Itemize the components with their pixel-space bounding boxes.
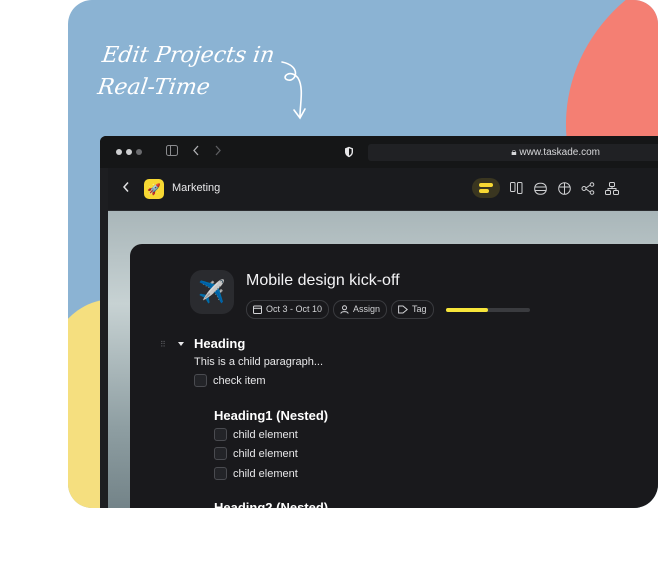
rocket-icon[interactable]: 🚀 bbox=[144, 179, 164, 199]
assign-label: Assign bbox=[353, 304, 381, 314]
paragraph-node[interactable]: This is a child paragraph... bbox=[194, 356, 323, 368]
project-meta: Oct 3 - Oct 10 Assign Tag bbox=[246, 300, 530, 319]
browser-window: 🔒︎ www.taskade.com 🚀 Marketing ✈️ Mobile… bbox=[100, 136, 658, 508]
project-name[interactable]: Marketing bbox=[172, 182, 220, 194]
check-item-row[interactable]: check item bbox=[194, 374, 266, 387]
child-element-label: child element bbox=[233, 467, 298, 480]
app-header: 🚀 Marketing bbox=[108, 168, 658, 211]
table-view-icon[interactable] bbox=[556, 180, 572, 196]
child-element-row[interactable]: child element bbox=[214, 447, 298, 460]
minimize-dot[interactable] bbox=[126, 149, 132, 155]
address-bar[interactable]: 🔒︎ www.taskade.com bbox=[368, 144, 658, 161]
date-range: Oct 3 - Oct 10 bbox=[266, 304, 323, 314]
checkbox[interactable] bbox=[214, 447, 227, 460]
project-panel: ✈️ Mobile design kick-off Oct 3 - Oct 10… bbox=[130, 244, 658, 508]
hero-card: Edit Projects in Real-Time 🔒︎ www.taskad… bbox=[68, 0, 658, 508]
heading-node[interactable]: Heading bbox=[194, 336, 245, 351]
maximize-dot[interactable] bbox=[136, 149, 142, 155]
back-chevron-icon[interactable] bbox=[122, 181, 130, 193]
user-icon bbox=[340, 305, 349, 314]
checkbox[interactable] bbox=[214, 428, 227, 441]
progress-fill bbox=[445, 307, 488, 312]
mindmap-view-icon[interactable] bbox=[580, 180, 596, 196]
check-item-label: check item bbox=[213, 374, 266, 387]
date-chip[interactable]: Oct 3 - Oct 10 bbox=[246, 300, 330, 319]
calendar-view-icon[interactable] bbox=[532, 180, 548, 196]
orgchart-view-icon[interactable] bbox=[604, 180, 620, 196]
sidebar-toggle-icon[interactable] bbox=[166, 145, 178, 156]
tag-chip[interactable]: Tag bbox=[391, 300, 434, 319]
child-element-label: child element bbox=[233, 447, 298, 460]
checkbox[interactable] bbox=[194, 374, 207, 387]
curved-arrow-icon bbox=[281, 61, 306, 120]
calendar-icon bbox=[253, 305, 262, 314]
nested-heading-node[interactable]: Heading1 (Nested) bbox=[214, 408, 328, 423]
child-element-label: child element bbox=[233, 428, 298, 441]
tag-icon bbox=[398, 305, 409, 314]
list-view-icon[interactable] bbox=[472, 178, 500, 198]
browser-forward-icon[interactable] bbox=[214, 145, 222, 156]
project-avatar[interactable]: ✈️ bbox=[190, 270, 234, 314]
child-element-row[interactable]: child element bbox=[214, 467, 298, 480]
tagline: Edit Projects in Real-Time bbox=[96, 43, 277, 100]
url-text: www.taskade.com bbox=[519, 147, 600, 158]
shield-icon[interactable] bbox=[344, 146, 354, 158]
checkbox[interactable] bbox=[214, 467, 227, 480]
collapse-triangle-icon[interactable] bbox=[178, 342, 184, 346]
progress-bar bbox=[445, 307, 530, 312]
drag-handle-icon[interactable]: ⠿ bbox=[160, 340, 167, 349]
lock-icon: 🔒︎ bbox=[511, 147, 517, 158]
close-dot[interactable] bbox=[116, 149, 122, 155]
assign-chip[interactable]: Assign bbox=[333, 300, 388, 319]
window-controls[interactable] bbox=[116, 149, 142, 155]
child-element-row[interactable]: child element bbox=[214, 428, 298, 441]
project-title[interactable]: Mobile design kick-off bbox=[246, 272, 400, 290]
next-heading-node[interactable]: Heading2 (Nested) bbox=[214, 500, 328, 508]
browser-back-icon[interactable] bbox=[192, 145, 200, 156]
tag-label: Tag bbox=[412, 304, 427, 314]
view-switcher bbox=[472, 178, 620, 198]
board-view-icon[interactable] bbox=[508, 180, 524, 196]
browser-toolbar: 🔒︎ www.taskade.com bbox=[100, 136, 658, 168]
